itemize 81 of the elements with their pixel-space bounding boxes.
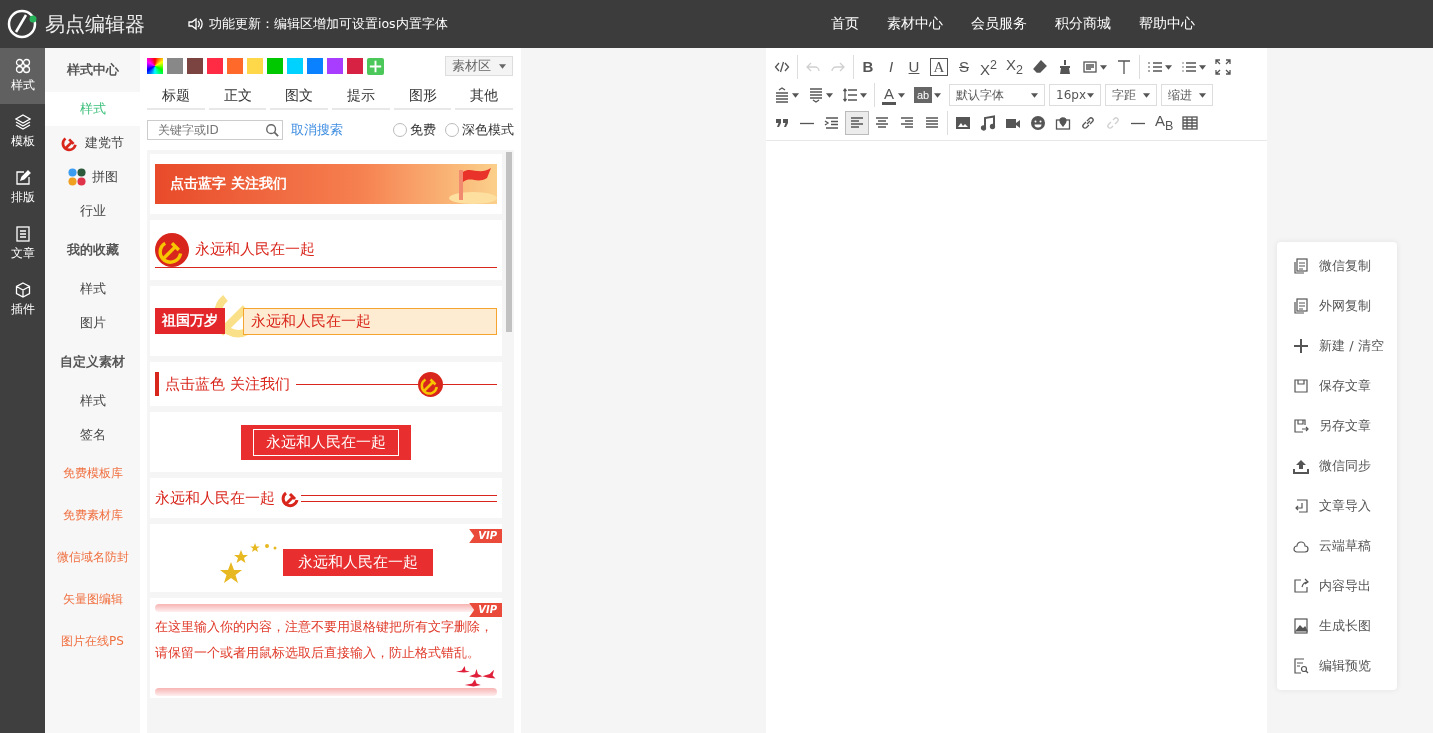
style-card[interactable]: 永远和人民在一起 <box>150 412 502 472</box>
action-item[interactable]: 微信同步 <box>1277 446 1397 486</box>
rail-label: 模板 <box>10 133 35 150</box>
format-button[interactable]: X$^{2}$ <box>976 55 1001 79</box>
rail-label: 插件 <box>10 301 35 318</box>
toolbar-select[interactable]: 字距 <box>1105 84 1157 106</box>
category-tab[interactable]: 标题 <box>147 84 205 110</box>
format-button[interactable]: X$_{2}$ <box>1001 55 1027 79</box>
paragraph-text: 在这里输入你的内容，注意不要用退格键把所有文字删除，请保留一个或者用鼠标选取后直接输入，防止格式错乱。 <box>155 618 494 662</box>
title-frame: 永远和人民在一起 <box>241 424 411 460</box>
sidebar-item[interactable]: 行业 <box>45 194 140 228</box>
style-card[interactable]: 永远和人民在一起 <box>150 220 502 280</box>
nav-link[interactable]: 首页 <box>817 15 873 33</box>
format-button[interactable]: B <box>857 55 879 79</box>
rail-tab[interactable]: 样式 <box>0 48 45 104</box>
sidebar-item[interactable]: 拼图 <box>45 160 140 194</box>
sidebar-item[interactable]: 签名 <box>45 418 140 452</box>
vip-badge: VIP <box>469 603 502 617</box>
action-item[interactable]: 生成长图 <box>1277 606 1397 646</box>
section-heading: 样式中心 <box>66 61 119 79</box>
toolbar-select[interactable]: 16px <box>1049 84 1101 106</box>
format-button[interactable]: A$_{B}$ <box>1151 111 1178 135</box>
action-item[interactable]: 外网复制 <box>1277 286 1397 326</box>
format-button[interactable]: U <box>903 55 925 79</box>
section-heading: 我的收藏 <box>66 241 119 259</box>
toolbar-select[interactable]: 默认字体 <box>949 84 1045 106</box>
style-title: 永远和人民在一起 <box>243 307 497 335</box>
rail-tab[interactable]: 模板 <box>0 104 45 160</box>
action-item[interactable]: 内容导出 <box>1277 566 1397 606</box>
action-item[interactable]: 文章导入 <box>1277 486 1397 526</box>
rail-tab[interactable]: 排版 <box>0 160 45 216</box>
action-item[interactable]: 微信复制 <box>1277 246 1397 286</box>
rail-tab[interactable]: 文章 <box>0 216 45 272</box>
style-title: 永远和人民在一起 <box>195 240 315 259</box>
nav-link[interactable]: 帮助中心 <box>1125 15 1209 33</box>
rail-label: 样式 <box>10 77 35 94</box>
cancel-search-link[interactable]: 取消搜索 <box>291 121 343 139</box>
sidebar-item[interactable]: 样式 <box>45 272 140 306</box>
notice-text: 功能更新：编辑区增加可设置ios内置字体 <box>209 15 448 33</box>
action-item[interactable]: 新建 / 清空 <box>1277 326 1397 366</box>
toolbar-select[interactable]: 缩进 <box>1161 84 1213 106</box>
style-card[interactable]: 点击蓝字 关注我们 <box>150 154 502 214</box>
vip-badge: VIP <box>469 529 502 543</box>
action-item[interactable]: 云端草稿 <box>1277 526 1397 566</box>
area-select[interactable]: 素材区 <box>445 56 513 76</box>
action-item[interactable]: 另存文章 <box>1277 406 1397 446</box>
style-card[interactable]: 点击蓝色 关注我们 <box>150 362 502 406</box>
style-card[interactable]: 祖国万岁 永远和人民在一起 <box>150 286 502 356</box>
action-item[interactable]: 保存文章 <box>1277 366 1397 406</box>
section-heading: 自定义素材 <box>60 353 125 371</box>
title-tag: 祖国万岁 <box>155 308 225 334</box>
style-title: 点击蓝色 关注我们 <box>164 374 290 394</box>
logo-text: 易点编辑器 <box>45 10 145 38</box>
style-card[interactable]: VIP 永远和人民在一起 <box>150 524 502 592</box>
format-button[interactable]: I <box>880 55 902 79</box>
format-button[interactable]: ab <box>910 83 945 107</box>
nav-link[interactable]: 积分商城 <box>1041 15 1125 33</box>
nav-link[interactable]: 会员服务 <box>957 15 1041 33</box>
action-item[interactable]: 编辑预览 <box>1277 646 1397 686</box>
sidebar-item[interactable]: 图片 <box>45 306 140 340</box>
sidebar-item[interactable]: 建党节 <box>45 126 140 160</box>
category-tab[interactable]: 图文 <box>270 84 328 110</box>
rail-tab[interactable]: 插件 <box>0 272 45 328</box>
style-card[interactable]: VIP 在这里输入你的内容，注意不要用退格键把所有文字删除，请保留一个或者用鼠标选取后直接输入，防止格式错乱。 <box>150 598 502 698</box>
style-card[interactable]: 永远和人民在一起 <box>150 478 502 518</box>
format-button[interactable]: S <box>953 55 975 79</box>
style-title: 永远和人民在一起 <box>155 488 275 508</box>
nav-link[interactable]: 素材中心 <box>873 15 957 33</box>
option-label: 免费 <box>410 121 436 139</box>
rail-label: 文章 <box>10 245 35 262</box>
format-button[interactable]: A <box>878 83 909 107</box>
category-tab[interactable]: 图形 <box>393 84 452 110</box>
category-tab[interactable]: 正文 <box>208 84 267 110</box>
category-tab[interactable]: 提示 <box>332 84 390 110</box>
sidebar-item[interactable]: 样式 <box>45 384 140 418</box>
style-title: 永远和人民在一起 <box>283 549 433 576</box>
banner-text: 点击蓝字 关注我们 <box>169 175 287 193</box>
category-tab[interactable]: 其他 <box>455 84 514 110</box>
search-field[interactable]: 关键字或ID <box>147 120 283 140</box>
option-label: 深色模式 <box>462 121 514 139</box>
rail-label: 排版 <box>10 189 35 206</box>
